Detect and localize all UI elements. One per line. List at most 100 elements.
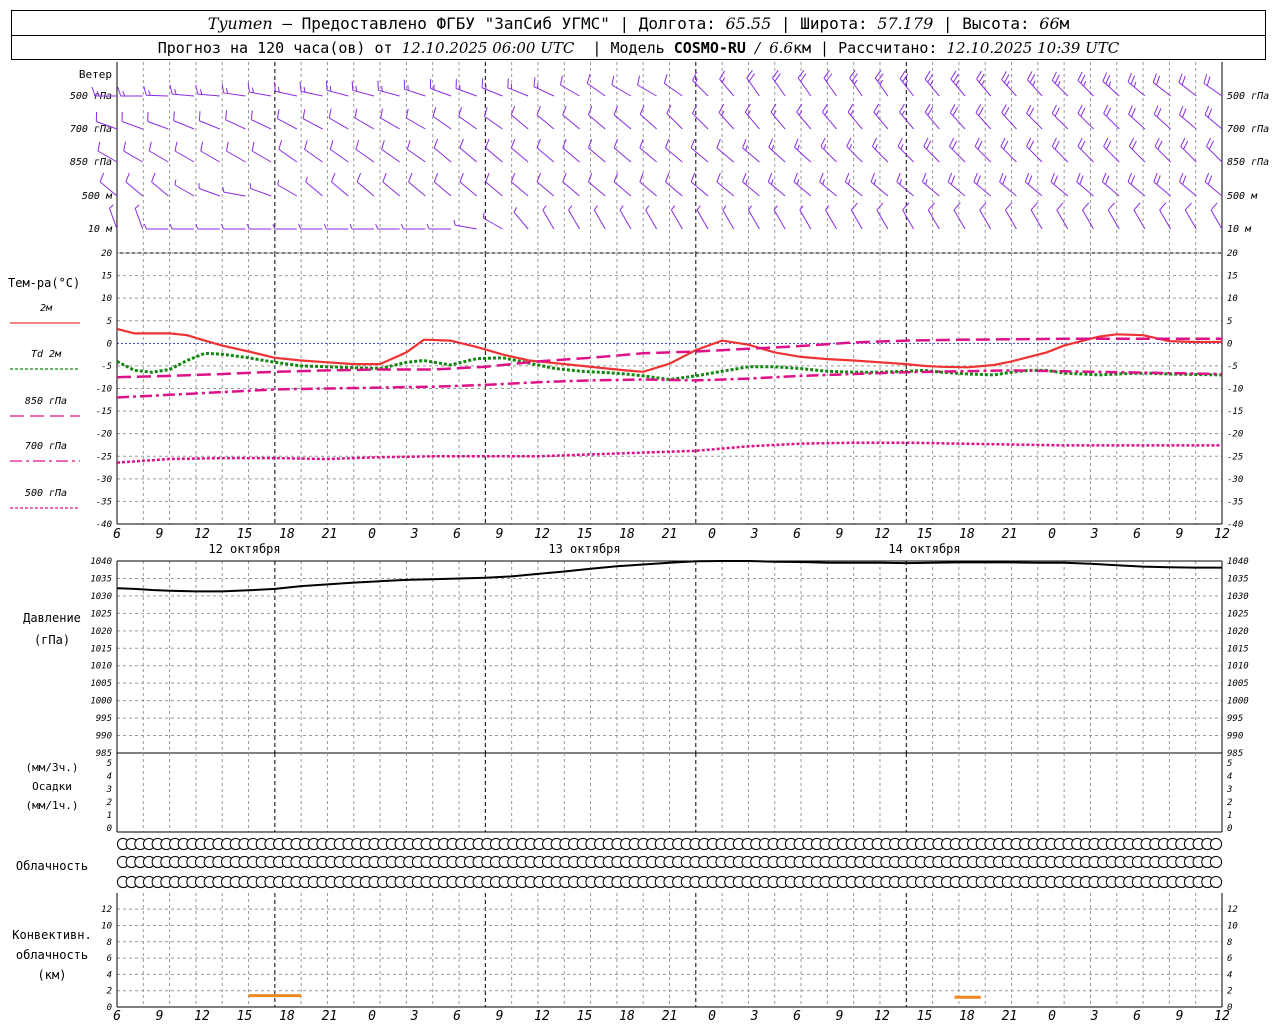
- wind-barb-half-feather: [143, 223, 147, 230]
- wind-barb-staff: [1179, 114, 1197, 130]
- wind-barb: [143, 223, 169, 230]
- wind-barb-half-feather: [873, 179, 877, 185]
- wind-barb-staff: [847, 111, 863, 130]
- time-tick-label-bottom: 9: [836, 1009, 844, 1024]
- wind-barb: [329, 140, 349, 163]
- wind-barb: [586, 74, 606, 97]
- wind-barb: [246, 223, 272, 230]
- temp-tick-label-right: -5: [1227, 362, 1238, 372]
- wind-barb-feather: [1159, 202, 1167, 211]
- wind-barb-feather: [1128, 137, 1135, 147]
- wind-barb-feather: [1003, 107, 1010, 116]
- wind-barb-staff: [873, 111, 889, 130]
- wind-barb: [408, 172, 426, 197]
- conv-tick-label-left: 2: [107, 987, 112, 997]
- wind-barb-half-feather: [900, 144, 904, 150]
- wind-barb-staff: [223, 191, 246, 197]
- wind-barb: [147, 111, 169, 130]
- wind-barb-feather: [377, 80, 379, 91]
- wind-barb-feather: [1103, 137, 1109, 147]
- wind-barb-feather: [1080, 140, 1086, 150]
- wind-barb: [562, 138, 580, 163]
- wind-barb: [976, 70, 992, 97]
- wind-barb-feather: [1101, 172, 1107, 183]
- temp-legend-label: 700 гПа: [25, 441, 67, 452]
- wind-barb-feather: [1003, 74, 1010, 83]
- wind-barb-staff: [277, 118, 298, 130]
- wind-barb-staff: [639, 181, 657, 197]
- wind-barb: [1077, 71, 1094, 97]
- time-tick-label: 3: [410, 527, 419, 542]
- wind-barb-staff: [1001, 112, 1017, 130]
- wind-barb: [568, 205, 580, 230]
- wind-barb: [325, 80, 349, 97]
- wind-barb-feather: [949, 137, 955, 147]
- wind-barb-feather: [950, 70, 957, 80]
- wind-barb-staff: [1076, 181, 1094, 197]
- wind-barb-feather: [251, 141, 255, 152]
- wind-barb: [1180, 137, 1197, 163]
- wind-barb-staff: [1179, 181, 1197, 197]
- wind-barb: [846, 137, 863, 163]
- wind-barb-feather: [1003, 140, 1009, 150]
- wind-barb-feather: [873, 103, 880, 113]
- wind-barb-feather: [1080, 74, 1086, 84]
- wind-barb-feather: [1102, 72, 1108, 82]
- time-tick-label: 12: [534, 527, 550, 542]
- wind-barb-feather: [355, 140, 360, 150]
- wind-barb-staff: [1127, 81, 1146, 97]
- wind-barb-staff: [819, 181, 837, 197]
- wind-level-label-right: 500 м: [1227, 191, 1258, 202]
- wind-barb-staff: [430, 88, 452, 97]
- wind-barb-feather: [950, 175, 956, 185]
- wind-barb-feather: [847, 103, 854, 113]
- wind-barb: [432, 107, 452, 130]
- wind-barb-half-feather: [670, 205, 676, 211]
- wind-barb: [400, 223, 426, 230]
- wind-barb-feather: [560, 75, 563, 86]
- wind-barb-feather: [1107, 202, 1115, 211]
- pressure-tick-label-right: 1025: [1227, 609, 1249, 619]
- wind-barb-staff: [275, 90, 297, 97]
- wind-barb-staff: [1184, 209, 1197, 230]
- wind-barb: [330, 172, 349, 197]
- wind-barb-half-feather: [721, 77, 726, 83]
- wind-barb-staff: [483, 217, 503, 230]
- wind-barb: [1026, 71, 1043, 97]
- wind-barb-feather: [148, 141, 152, 152]
- conv-tick-label-right: 12: [1227, 905, 1238, 915]
- wind-barb-staff: [432, 115, 452, 130]
- wind-barb: [560, 75, 580, 97]
- wind-barb-feather: [356, 172, 362, 183]
- wind-barb-half-feather: [134, 204, 140, 209]
- wind-barb: [123, 141, 143, 163]
- wind-barb: [975, 104, 992, 130]
- time-tick-label: 12: [874, 527, 890, 542]
- wind-barb-feather: [1184, 202, 1192, 211]
- wind-barb-feather: [772, 70, 779, 79]
- wind-barb-staff: [718, 112, 735, 130]
- temp-tick-label-right: 5: [1227, 317, 1232, 327]
- wind-level-label: 10 м: [88, 224, 113, 235]
- wind-barb-feather: [742, 138, 747, 149]
- wind-barb-staff: [562, 147, 580, 163]
- wind-barb: [922, 172, 940, 197]
- wind-barb: [1107, 202, 1120, 230]
- temp-tick-label-right: -15: [1227, 407, 1243, 417]
- wind-barb-feather: [1054, 140, 1060, 150]
- time-tick-label-bottom: 21: [662, 1009, 678, 1024]
- wind-barb: [533, 77, 555, 97]
- wind-barb-staff: [896, 181, 914, 197]
- wind-barb-feather: [587, 172, 593, 183]
- wind-barb: [277, 179, 298, 197]
- pressure-tick-label-left: 1030: [90, 592, 112, 602]
- wind-barb-staff: [354, 117, 375, 130]
- wind-barb: [820, 137, 837, 163]
- wind-barb: [195, 223, 220, 230]
- wind-barb-feather: [611, 75, 615, 86]
- wind-barb-staff: [1204, 114, 1223, 130]
- wind-barb-feather: [897, 137, 903, 147]
- time-tick-label: 6: [1133, 527, 1141, 542]
- wind-barb: [382, 172, 400, 197]
- wind-barb: [562, 172, 580, 197]
